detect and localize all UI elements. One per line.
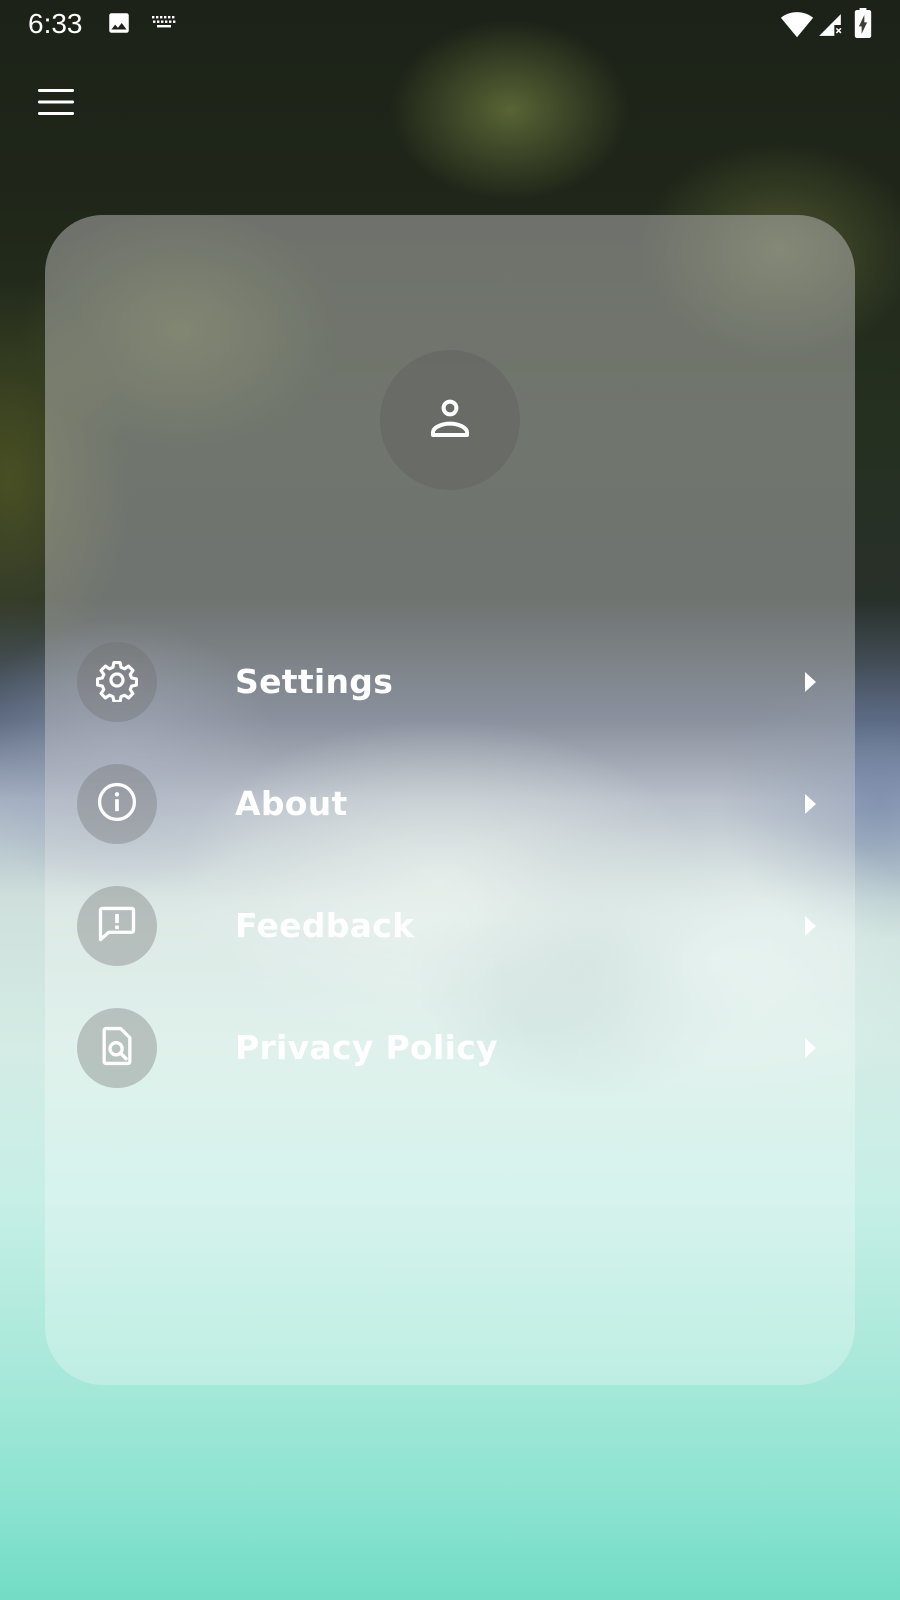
menu-button[interactable] bbox=[28, 80, 84, 128]
screen-root: 6:33 Settings About Feedback Privacy Pol… bbox=[0, 0, 900, 1600]
chevron-right-icon bbox=[797, 791, 823, 817]
document-search-icon bbox=[95, 1024, 139, 1072]
menu-item-about[interactable]: About bbox=[77, 764, 823, 844]
avatar[interactable] bbox=[380, 350, 520, 490]
menu-item-feedback[interactable]: Feedback bbox=[77, 886, 823, 966]
gear-icon bbox=[95, 658, 139, 706]
menu-item-icon-circle bbox=[77, 642, 157, 722]
status-bar: 6:33 bbox=[0, 0, 900, 48]
keyboard-icon bbox=[150, 14, 178, 36]
menu-item-label: Feedback bbox=[235, 906, 415, 945]
menu-item-privacy-policy[interactable]: Privacy Policy bbox=[77, 1008, 823, 1088]
hamburger-menu-icon bbox=[37, 88, 75, 120]
battery-charging-icon bbox=[854, 8, 872, 42]
menu-item-icon-circle bbox=[77, 886, 157, 966]
status-time: 6:33 bbox=[28, 8, 83, 39]
menu-item-label: Settings bbox=[235, 662, 394, 701]
image-icon bbox=[106, 10, 132, 40]
menu-item-icon-circle bbox=[77, 1008, 157, 1088]
chevron-right-icon bbox=[797, 913, 823, 939]
menu-item-label: Privacy Policy bbox=[235, 1028, 498, 1067]
chevron-right-icon bbox=[797, 669, 823, 695]
wifi-icon bbox=[780, 10, 814, 42]
person-icon bbox=[426, 394, 474, 446]
chevron-right-icon bbox=[797, 1035, 823, 1061]
menu-item-label: About bbox=[235, 784, 348, 823]
drawer-card: Settings About Feedback Privacy Policy bbox=[45, 215, 855, 1385]
feedback-icon bbox=[95, 902, 139, 950]
menu-item-icon-circle bbox=[77, 764, 157, 844]
info-icon bbox=[95, 780, 139, 828]
cell-signal-no-data-icon bbox=[816, 12, 844, 42]
menu-item-settings[interactable]: Settings bbox=[77, 642, 823, 722]
